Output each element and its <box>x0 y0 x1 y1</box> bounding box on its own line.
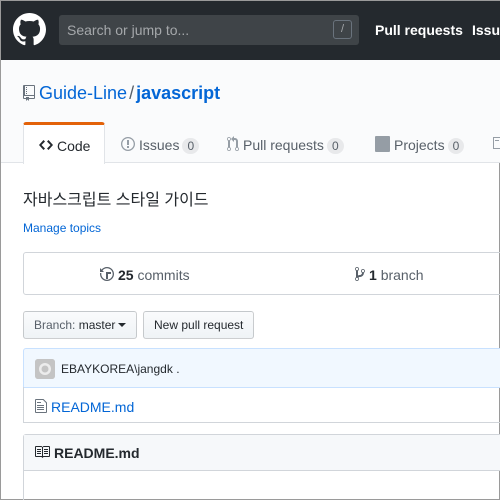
file-row-readme[interactable]: README.md <box>35 398 134 415</box>
github-logo-icon[interactable] <box>13 13 46 46</box>
tab-projects-counter: 0 <box>447 138 465 154</box>
tab-code[interactable]: Code <box>23 122 105 164</box>
readme-header: README.md <box>24 435 500 471</box>
commits-count: 25 <box>118 267 134 283</box>
search-input[interactable]: Search or jump to... / <box>59 15 359 45</box>
history-icon <box>100 267 114 281</box>
issue-opened-icon <box>121 137 135 151</box>
git-branch-icon <box>355 267 365 281</box>
repo-nav-tabs: Code Issues 0 Pull requests 0 Projects 0 <box>1 122 500 164</box>
branch-select-value: master <box>78 318 116 332</box>
repo-owner-link[interactable]: Guide-Line <box>39 83 127 103</box>
search-placeholder: Search or jump to... <box>67 22 190 38</box>
tab-pull-requests-label: Pull requests <box>243 137 324 153</box>
tab-pull-requests-counter: 0 <box>326 138 344 154</box>
readme-title: README.md <box>54 445 140 461</box>
search-shortcut-key: / <box>333 20 352 39</box>
repo-separator: / <box>129 83 135 103</box>
nav-pull-requests[interactable]: Pull requests <box>375 22 463 38</box>
site-header: Search or jump to... / Pull requests Iss… <box>1 1 500 60</box>
commit-message: . <box>176 362 180 376</box>
branch-link[interactable]: 1 branch <box>355 266 424 283</box>
tab-pull-requests[interactable]: Pull requests 0 <box>227 122 344 163</box>
tab-projects-label: Projects <box>394 137 445 153</box>
commit-author[interactable]: EBAYKOREA\jangdk . <box>61 362 180 376</box>
commits-link[interactable]: 25 commits <box>100 266 190 283</box>
project-icon <box>375 136 390 152</box>
book-icon <box>35 446 50 458</box>
branch-select-label: Branch: <box>34 318 76 332</box>
manage-topics-link[interactable]: Manage topics <box>23 221 101 235</box>
tab-code-label: Code <box>57 138 91 154</box>
new-pull-request-button[interactable]: New pull request <box>143 311 255 339</box>
repo-title: Guide-Line / javascript <box>23 83 220 104</box>
caret-down-icon <box>118 323 127 327</box>
repo-header: Guide-Line / javascript Code Issues 0 Pull … <box>1 60 500 164</box>
repo-description: 자바스크립트 스타일 가이드 <box>23 192 209 209</box>
tab-issues-label: Issues <box>139 137 180 153</box>
avatar-placeholder-icon <box>35 359 55 379</box>
code-icon <box>39 140 53 150</box>
book-icon <box>493 137 500 149</box>
commits-label: commits <box>137 267 190 283</box>
repo-name-link[interactable]: javascript <box>136 83 220 103</box>
git-pull-request-icon <box>227 136 239 151</box>
branch-select-button[interactable]: Branch: master <box>23 311 138 339</box>
tab-issues-counter: 0 <box>182 138 200 154</box>
tab-issues[interactable]: Issues 0 <box>121 122 200 163</box>
commit-tease: EBAYKOREA\jangdk . <box>23 348 500 388</box>
file-name: README.md <box>51 399 135 415</box>
file-list: README.md <box>23 387 500 423</box>
nav-issues[interactable]: Issues <box>472 22 500 38</box>
tab-projects[interactable]: Projects 0 <box>375 122 465 163</box>
commit-author-name: EBAYKOREA\jangdk <box>61 362 173 376</box>
branch-label: branch <box>380 267 424 283</box>
avatar[interactable] <box>35 359 55 379</box>
tab-more[interactable] <box>493 122 500 163</box>
branch-count: 1 <box>369 267 377 283</box>
file-icon <box>35 399 47 413</box>
repo-icon <box>23 85 35 101</box>
readme-box: README.md <box>23 434 500 500</box>
numbers-summary: 25 commits 1 branch <box>23 252 500 295</box>
